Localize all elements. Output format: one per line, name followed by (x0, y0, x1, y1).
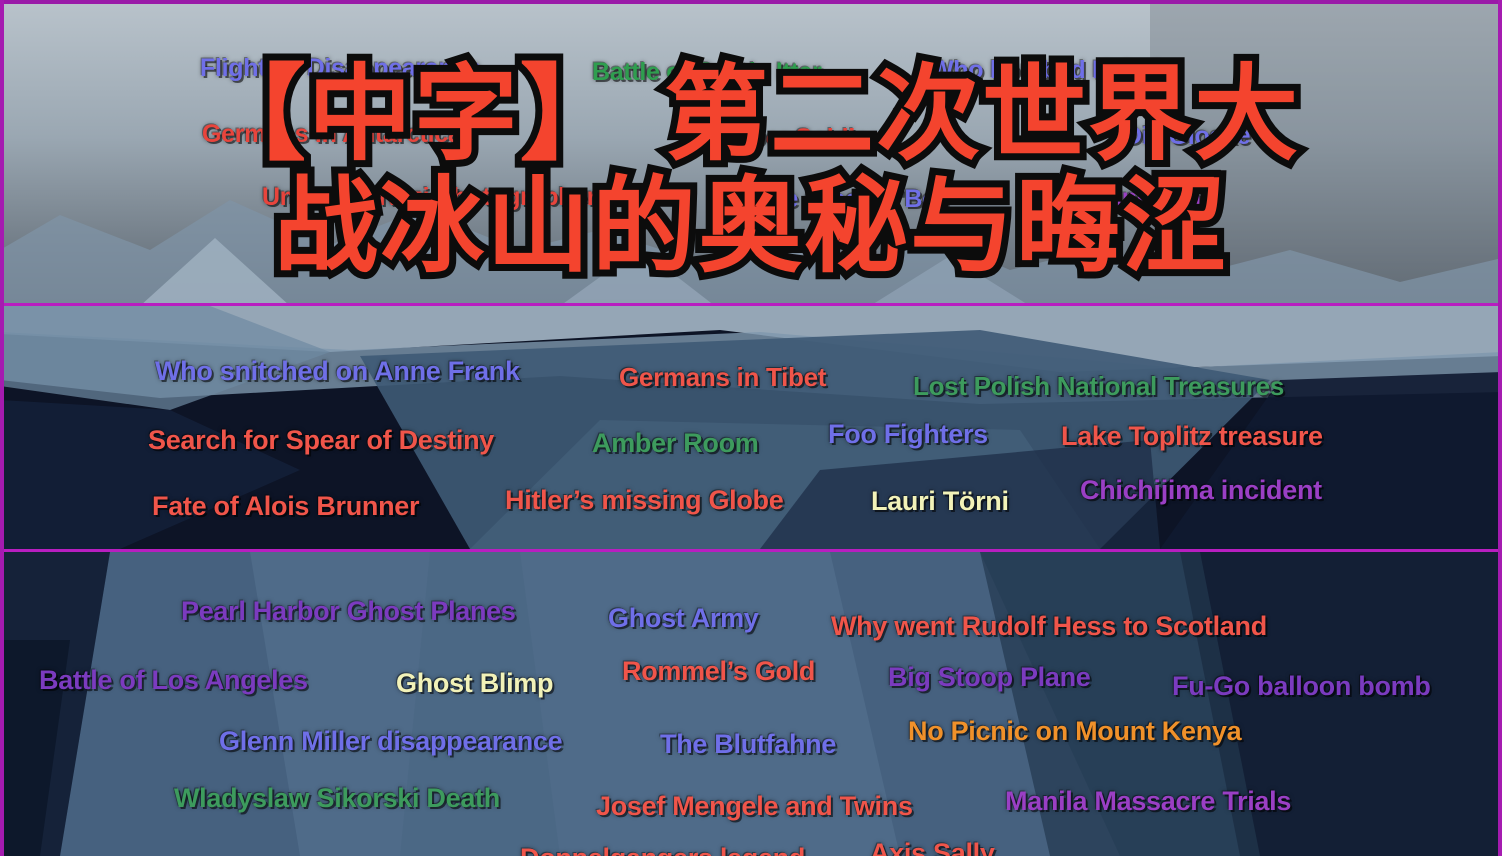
tier-divider-1 (0, 303, 1502, 306)
iceberg-entry: Amber Room (592, 428, 759, 458)
iceberg-entry: Die Glocke "Bell" (760, 185, 961, 213)
iceberg-entry: Germans in Antarctica (202, 120, 462, 148)
iceberg-entry: Search for Spear of Destiny (148, 425, 495, 455)
iceberg-entry: Battle of Castle Itter (592, 58, 822, 86)
iceberg-entry: Ghost Blimp (396, 668, 554, 698)
iceberg-entry: Der Soldier (748, 124, 879, 152)
iceberg-entry: Unknown Nazi Photographer (262, 183, 597, 211)
iceberg-entry: Lake Toplitz treasure (1061, 421, 1323, 451)
iceberg-entry: Lauri Törni (871, 486, 1009, 516)
iceberg-entry: Pearl Harbor Ghost Planes (181, 596, 516, 626)
iceberg-entry: Who snitched on Anne Frank (155, 356, 520, 386)
frame-right-border (1498, 0, 1502, 856)
iceberg-entry: Doppelgangers legend (520, 843, 805, 856)
iceberg-meme-image: Flight 19 Disappearance Battle of Castle … (0, 0, 1502, 856)
iceberg-entry: Glenn Miller disappearance (219, 726, 563, 756)
iceberg-entry: Nebel incident (1042, 184, 1209, 212)
iceberg-entry: Foo Fighters (828, 419, 988, 449)
iceberg-entry: Chichijima incident (1080, 475, 1322, 505)
iceberg-entry: Big Stoop Plane (888, 662, 1091, 692)
tier-divider-2 (0, 549, 1502, 552)
iceberg-entry: Rommel’s Gold (622, 656, 816, 686)
iceberg-entry: Battle of Los Angeles (39, 665, 308, 695)
iceberg-entry: No Picnic on Mount Kenya (908, 716, 1242, 746)
iceberg-entry: Lost Polish National Treasures (913, 371, 1284, 401)
frame-top-border (0, 0, 1502, 4)
iceberg-entry: Fu-Go balloon bomb (1172, 671, 1431, 701)
iceberg-entry: Fate of Alois Brunner (152, 491, 420, 521)
iceberg-entry: Ghost Army (608, 603, 759, 633)
iceberg-entry: Axis Sally (870, 838, 995, 856)
iceberg-entry: Germans in Tibet (619, 362, 827, 392)
iceberg-entry: Hitler’s missing Globe (505, 485, 784, 515)
iceberg-entry: Manila Massacre Trials (1005, 786, 1292, 816)
iceberg-entry: The Blutfahne (660, 729, 837, 759)
frame-left-border (0, 0, 4, 856)
iceberg-entry: Who bombed Kabul (930, 56, 1160, 84)
iceberg-entry: Wladyslaw Sikorski Death (174, 783, 500, 813)
iceberg-entry: Why went Rudolf Hess to Scotland (831, 611, 1267, 641)
iceberg-entry: Die Glocke (1124, 122, 1251, 150)
iceberg-entry: Flight 19 Disappearance (200, 54, 481, 82)
iceberg-entry: Josef Mengele and Twins (596, 791, 913, 821)
